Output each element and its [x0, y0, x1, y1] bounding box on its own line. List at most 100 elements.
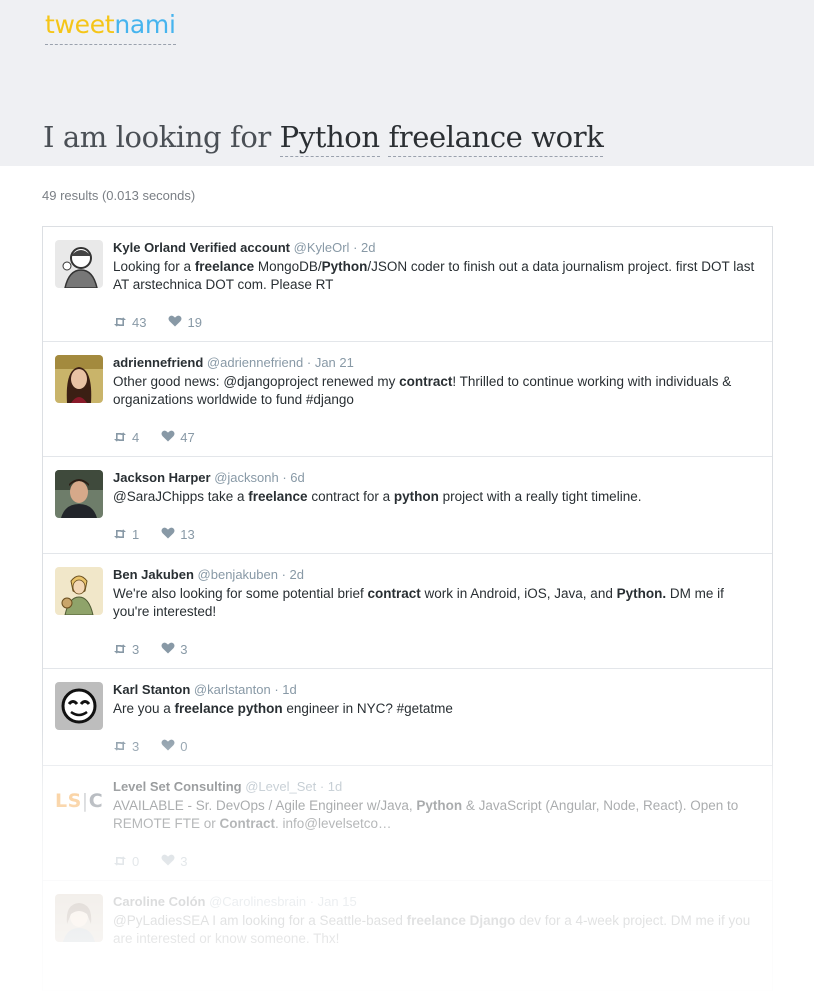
like-button[interactable]: 47 — [161, 430, 195, 445]
query-prefix: I am looking for — [43, 120, 271, 154]
tweet-actions: 43 19 — [113, 315, 202, 330]
like-count: 19 — [187, 315, 202, 330]
logo-part-tweet: tweet — [45, 10, 115, 39]
retweet-button[interactable]: 3 — [113, 642, 139, 657]
tweet-time[interactable]: · Jan 21 — [307, 355, 354, 370]
retweet-count: 3 — [132, 642, 140, 657]
tweet-actions: 1 13 — [113, 527, 195, 542]
retweet-icon — [113, 739, 127, 754]
avatar-levelset-logo: LS|C — [55, 790, 104, 812]
tweet-text: AVAILABLE - Sr. DevOps / Agile Engineer … — [113, 798, 739, 831]
like-count: 3 — [180, 854, 188, 869]
tweet-item[interactable]: Karl Stanton @karlstanton · 1d Are you a … — [43, 669, 772, 766]
tweet-item[interactable]: adriennefriend @adriennefriend · Jan 21 O… — [43, 342, 772, 457]
tweet-handle[interactable]: @jacksonh — [214, 470, 279, 485]
tweet-feed: Kyle Orland Verified account @KyleOrl · … — [42, 226, 773, 991]
results-count: 49 results (0.013 seconds) — [42, 188, 196, 203]
retweet-button[interactable]: 4 — [113, 430, 139, 445]
retweet-icon — [113, 527, 127, 542]
tweet-time[interactable]: · Jan 15 — [310, 894, 357, 909]
retweet-button[interactable]: 0 — [113, 854, 139, 869]
tweet-text: Looking for a freelance MongoDB/Python/J… — [113, 259, 755, 292]
tweet-time[interactable]: · 6d — [282, 470, 304, 485]
tweet-author-name[interactable]: adriennefriend — [113, 355, 203, 370]
like-button[interactable]: 0 — [161, 739, 187, 754]
heart-icon — [161, 642, 175, 657]
retweet-button[interactable]: 3 — [113, 739, 139, 754]
retweet-button[interactable]: 43 — [113, 315, 146, 330]
search-hero: tweetnami I am looking for Python freela… — [0, 0, 814, 166]
tweet-item[interactable]: Ben Jakuben @benjakuben · 2d We're also l… — [43, 554, 772, 669]
tweet-handle[interactable]: @KyleOrl — [294, 240, 350, 255]
tweet-handle[interactable]: @benjakuben — [198, 567, 278, 582]
like-count: 0 — [180, 739, 188, 754]
avatar-ben[interactable] — [55, 567, 103, 615]
retweet-icon — [113, 854, 127, 869]
retweet-icon — [113, 430, 127, 445]
like-button[interactable]: 3 — [161, 642, 187, 657]
tweet-time[interactable]: · 2d — [353, 240, 375, 255]
retweet-count: 3 — [132, 739, 140, 754]
tweet-actions: 30 — [113, 739, 187, 754]
tweet-header: Ben Jakuben @benjakuben · 2d — [113, 566, 758, 583]
avatar-kyle[interactable] — [55, 240, 103, 288]
retweet-button[interactable]: 1 — [113, 527, 139, 542]
logo-c: C — [88, 790, 104, 812]
search-query-sentence: I am looking for Python freelance work — [43, 120, 604, 157]
heart-icon — [161, 527, 175, 542]
tweet-header: Caroline Colón @Carolinesbrain · Jan 15 — [113, 893, 758, 910]
tweet-text: We're also looking for some potential br… — [113, 586, 724, 619]
tweetnami-logo[interactable]: tweetnami — [45, 9, 176, 46]
tweet-actions: 03 — [113, 854, 187, 869]
tweet-handle[interactable]: @Carolinesbrain — [209, 894, 306, 909]
like-count: 47 — [180, 430, 195, 445]
heart-icon — [161, 854, 175, 869]
tweet-handle[interactable]: @adriennefriend — [207, 355, 303, 370]
tweet-header: Kyle Orland Verified account @KyleOrl · … — [113, 239, 758, 256]
tweet-author-name[interactable]: Karl Stanton — [113, 682, 190, 697]
tweet-item[interactable]: LS|C Level Set Consulting @Level_Set · 1d… — [43, 766, 772, 881]
avatar-adrienne[interactable] — [55, 355, 103, 403]
heart-icon — [168, 315, 182, 330]
tweet-actions: 4 47 — [113, 430, 195, 445]
like-button[interactable]: 3 — [161, 854, 187, 869]
tweet-text: @SaraJChipps take a freelance contract f… — [113, 489, 642, 504]
tweet-text: Other good news: @djangoproject renewed … — [113, 374, 732, 407]
retweet-count: 1 — [132, 527, 140, 542]
like-button[interactable]: 19 — [168, 315, 202, 330]
tweet-author-name[interactable]: Level Set Consulting — [113, 779, 242, 794]
tweet-item[interactable]: Kyle Orland Verified account @KyleOrl · … — [43, 227, 772, 342]
tweet-item[interactable]: Caroline Colón @Carolinesbrain · Jan 15 @… — [43, 881, 772, 991]
tweet-time[interactable]: · 1d — [274, 682, 296, 697]
heart-icon — [161, 739, 175, 754]
avatar-karl[interactable] — [55, 682, 103, 730]
tweet-time[interactable]: · 2d — [282, 567, 304, 582]
tweet-handle[interactable]: @Level_Set — [245, 779, 316, 794]
retweet-icon — [113, 642, 127, 657]
tweet-handle[interactable]: @karlstanton — [194, 682, 271, 697]
retweet-icon — [113, 315, 127, 330]
tweet-header: Jackson Harper @jacksonh · 6d — [113, 469, 758, 486]
avatar-jackson[interactable] — [55, 470, 103, 518]
like-count: 3 — [180, 642, 188, 657]
tweet-author-name[interactable]: Ben Jakuben — [113, 567, 194, 582]
avatar-caroline[interactable] — [55, 894, 103, 942]
like-button[interactable]: 13 — [161, 527, 195, 542]
logo-part-nami: nami — [114, 10, 176, 39]
tweet-text: @PyLadiesSEA I am looking for a Seattle-… — [113, 913, 751, 946]
heart-icon — [161, 430, 175, 445]
tweet-author-name[interactable]: Jackson Harper — [113, 470, 211, 485]
tweet-time[interactable]: · 1d — [320, 779, 342, 794]
query-term-language[interactable]: Python — [279, 120, 380, 157]
tweet-author-name[interactable]: Kyle Orland Verified account — [113, 240, 290, 255]
tweet-author-name[interactable]: Caroline Colón — [113, 894, 205, 909]
query-term-work-type[interactable]: freelance work — [388, 120, 604, 157]
retweet-count: 4 — [132, 430, 140, 445]
tweet-header: Level Set Consulting @Level_Set · 1d — [113, 778, 758, 795]
retweet-count: 0 — [132, 854, 140, 869]
tweet-item[interactable]: Jackson Harper @jacksonh · 6d @SaraJChipp… — [43, 457, 772, 554]
tweet-header: Karl Stanton @karlstanton · 1d — [113, 681, 758, 698]
tweet-actions: 33 — [113, 642, 187, 657]
like-count: 13 — [180, 527, 195, 542]
retweet-count: 43 — [132, 315, 147, 330]
